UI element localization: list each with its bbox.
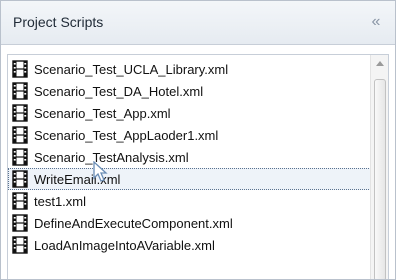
panel-header: Project Scripts « (1, 1, 395, 45)
panel-title: Project Scripts (13, 14, 104, 30)
scripts-list: Scenario_Test_UCLA_Library.xml Scenario_T… (8, 58, 371, 256)
film-strip-file-icon (12, 126, 28, 144)
project-scripts-panel: Project Scripts « Scenario_Test_UCLA_Lib… (0, 0, 396, 280)
list-item[interactable]: LoadAnImageIntoAVariable.xml (8, 234, 371, 256)
list-item-label: WriteEmail.xml (34, 171, 121, 187)
film-strip-file-icon (12, 82, 28, 100)
vertical-scrollbar[interactable] (370, 55, 388, 279)
list-item[interactable]: Scenario_Test_AppLaoder1.xml (8, 124, 371, 146)
list-item-label: Scenario_Test_AppLaoder1.xml (34, 127, 219, 143)
scroll-up-arrow-icon (375, 61, 384, 66)
list-item-label: test1.xml (34, 193, 87, 209)
scripts-list-box: Scenario_Test_UCLA_Library.xml Scenario_T… (7, 54, 389, 279)
list-item-label: Scenario_Test_App.xml (34, 105, 171, 121)
list-item-label: Scenario_Test_DA_Hotel.xml (34, 83, 204, 99)
list-item-label: DefineAndExecuteComponent.xml (34, 215, 233, 231)
list-item[interactable]: Scenario_Test_App.xml (8, 102, 371, 124)
scroll-up-button[interactable] (371, 55, 388, 72)
list-item[interactable]: Scenario_Test_UCLA_Library.xml (8, 58, 371, 80)
film-strip-file-icon (12, 236, 28, 254)
double-chevron-left-icon: « (371, 13, 381, 30)
list-item[interactable]: Scenario_TestAnalysis.xml (8, 146, 371, 168)
list-item-label: Scenario_TestAnalysis.xml (34, 149, 189, 165)
collapse-button[interactable]: « (365, 11, 387, 33)
film-strip-file-icon (12, 148, 28, 166)
list-item-label: Scenario_Test_UCLA_Library.xml (34, 61, 229, 77)
film-strip-file-icon (12, 214, 28, 232)
film-strip-file-icon (12, 192, 28, 210)
scrollbar-thumb[interactable] (374, 79, 386, 279)
list-item[interactable]: test1.xml (8, 190, 371, 212)
film-strip-file-icon (12, 170, 28, 188)
list-item[interactable]: WriteEmail.xml (8, 168, 371, 190)
film-strip-file-icon (12, 104, 28, 122)
film-strip-file-icon (12, 60, 28, 78)
list-item[interactable]: Scenario_Test_DA_Hotel.xml (8, 80, 371, 102)
list-item[interactable]: DefineAndExecuteComponent.xml (8, 212, 371, 234)
list-item-label: LoadAnImageIntoAVariable.xml (34, 237, 215, 253)
